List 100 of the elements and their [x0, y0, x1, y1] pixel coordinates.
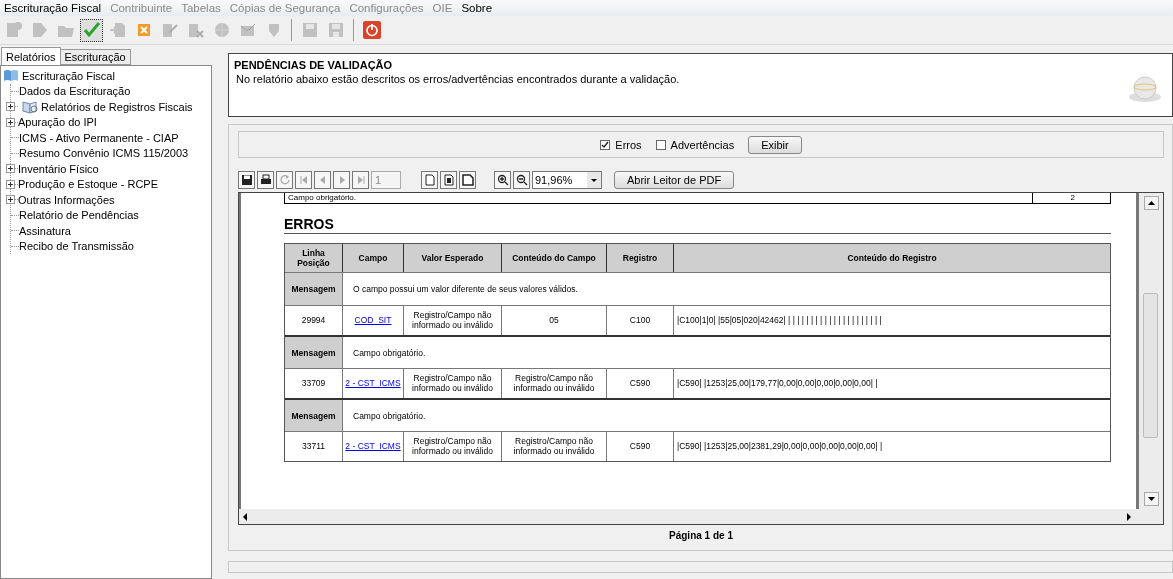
expand-toggle[interactable] — [6, 102, 15, 112]
column-header: Campo — [342, 244, 403, 272]
table-cell: |C590| |1253|25,00|179,77|0,00|0,00|0,00|0,00|0,00| | — [673, 369, 1110, 398]
message-label: Mensagem — [285, 337, 342, 368]
scroll-thumb[interactable] — [1143, 293, 1158, 438]
open-pdf-button[interactable]: Abrir Leitor de PDF — [614, 171, 735, 189]
tree-item[interactable]: Inventário Físico — [18, 162, 99, 175]
power-icon — [361, 20, 382, 40]
zoom-dropdown[interactable]: 91,96% — [532, 171, 602, 189]
edit-document-icon — [186, 21, 205, 39]
message-label: Mensagem — [285, 400, 342, 431]
save-icon — [240, 174, 253, 186]
checkbox-label: Erros — [615, 138, 642, 151]
report-icon — [21, 99, 39, 114]
page-fit-icon — [442, 174, 455, 186]
field-link[interactable]: COD_SIT — [354, 315, 392, 326]
column-header: Conteúdo do Campo — [501, 244, 606, 272]
edit-document-icon — [160, 21, 179, 39]
document-arrow-icon — [30, 21, 49, 39]
table-cell: Registro/Campo não informado ou inválido — [403, 306, 501, 335]
table-cell: 2 — [1031, 193, 1110, 203]
envelope-icon — [238, 21, 257, 39]
globe-icon — [212, 21, 231, 39]
document-import-icon — [108, 21, 127, 39]
tree-item[interactable]: Escrituração Fiscal — [22, 69, 115, 82]
table-cell: |C590| |1253|25,00|2381,29|0,00|0,00|0,00|0,00|0,00| | — [673, 432, 1110, 461]
table-cell: Registro/Campo não informado ou inválido — [403, 432, 501, 461]
tree-item[interactable]: Produção e Estoque - RCPE — [18, 178, 159, 191]
tree-item[interactable]: Relatórios de Registros Fiscais — [41, 100, 193, 113]
table-cell-text: 33711 — [301, 439, 326, 453]
menu-item[interactable]: Escrituração Fiscal — [4, 2, 102, 14]
table-cell: C590 — [606, 432, 673, 461]
column-header: Conteúdo do Registro — [673, 244, 1110, 272]
save-as-icon — [326, 21, 345, 39]
report-toolbar-button[interactable] — [440, 171, 457, 189]
scroll-down-button[interactable] — [1143, 492, 1159, 506]
table-cell: Registro/Campo não informado ou inválido — [403, 369, 501, 398]
table-cell: C590 — [606, 369, 673, 398]
report-toolbar-button[interactable] — [238, 171, 255, 189]
report-toolbar-button[interactable] — [459, 171, 476, 189]
toolbar-button[interactable] — [80, 18, 103, 42]
field-link[interactable]: 2 - CST_ICMS — [345, 441, 401, 452]
down-arrow-icon — [1147, 497, 1155, 501]
check-icon — [82, 21, 101, 39]
column-header: Linha Posição — [285, 244, 342, 272]
column-header: Valor Esperado — [403, 244, 501, 272]
report-toolbar-button[interactable] — [513, 171, 530, 189]
zoom-out-icon — [515, 174, 528, 186]
table-cell-text: 33709 — [300, 376, 327, 390]
tree-item[interactable]: Assinatura — [19, 224, 71, 237]
table-cell: Registro/Campo não informado ou inválido — [501, 369, 606, 398]
printer-icon — [259, 174, 272, 186]
menu-item[interactable]: Sobre — [461, 2, 493, 14]
expand-toggle[interactable] — [6, 179, 15, 189]
horizontal-scrollbar[interactable] — [239, 509, 1163, 524]
tree-item[interactable]: Dados da Escrituração — [19, 85, 131, 98]
tree-item[interactable]: Apuração do IPI — [18, 116, 97, 129]
section-title: ERROS — [284, 216, 1111, 234]
page-number-field[interactable]: 1 — [371, 171, 401, 189]
tree-item[interactable]: Recibo de Transmissão — [19, 240, 134, 253]
message-text: O campo possui um valor diferente de seus valores válidos. — [342, 273, 1110, 305]
up-arrow-icon — [1147, 201, 1155, 205]
checkbox[interactable] — [655, 139, 666, 150]
table-cell-text: Campo obrigatório. — [287, 193, 358, 203]
refresh-icon — [278, 174, 291, 186]
scroll-up-button[interactable] — [1143, 196, 1159, 210]
report-toolbar-button[interactable] — [494, 171, 511, 189]
tab[interactable]: Relatórios — [1, 47, 61, 65]
header-description: No relatório abaixo estão descritos os erros/advertências encontrados durante a validação. — [235, 73, 680, 85]
save-icon — [300, 21, 319, 39]
checkbox-label: Advertências — [670, 138, 735, 151]
table-cell: Registro/Campo não informado ou inválido — [501, 432, 606, 461]
tree-item[interactable]: ICMS - Ativo Permanente - CIAP — [19, 131, 179, 144]
header-title: PENDÊNCIAS DE VALIDAÇÃO — [234, 59, 394, 71]
page-indicator: Página 1 de 1 — [668, 530, 734, 541]
expand-toggle[interactable] — [6, 117, 15, 127]
message-text: Campo obrigatório. — [342, 400, 1110, 431]
expand-toggle[interactable] — [6, 164, 15, 174]
zoom-in-icon — [496, 174, 509, 186]
tree-item[interactable]: Relatório de Pendências — [19, 209, 139, 222]
table-cell-text: 29994 — [300, 313, 327, 327]
tab[interactable]: Escrituração — [59, 49, 131, 65]
tree-item[interactable]: Resumo Convênio ICMS 115/2003 — [19, 147, 189, 160]
table-cell: 05 — [501, 306, 606, 335]
message-text: Campo obrigatório. — [342, 337, 1110, 368]
page-width-icon — [461, 174, 474, 186]
show-button[interactable]: Exibir — [748, 135, 802, 154]
book-icon — [3, 69, 19, 83]
column-header: Registro — [606, 244, 673, 272]
report-toolbar-button[interactable] — [257, 171, 274, 189]
message-label: Mensagem — [285, 273, 342, 305]
table-cell: C100 — [606, 306, 673, 335]
checkbox[interactable] — [600, 139, 611, 150]
expand-toggle[interactable] — [6, 195, 15, 205]
table-cell: |C100|1|0| |55|05|020|42462| | | | | | | | | | | | | | | | | | | | | | — [673, 306, 1110, 335]
page-icon — [423, 174, 436, 186]
first-page-icon — [297, 174, 310, 186]
tree-item[interactable]: Outras Informações — [18, 193, 115, 206]
field-link[interactable]: 2 - CST_ICMS — [345, 378, 401, 389]
vertical-scrollbar[interactable] — [1139, 193, 1163, 509]
